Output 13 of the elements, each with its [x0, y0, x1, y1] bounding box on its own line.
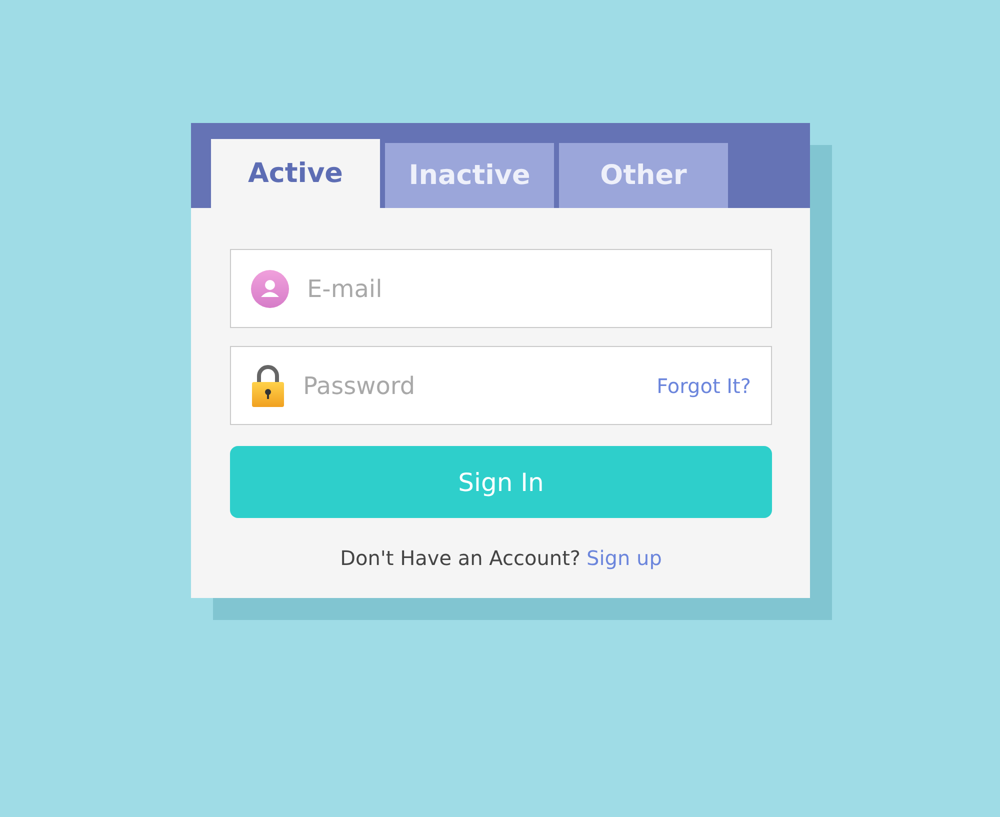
- forgot-password-link[interactable]: Forgot It?: [656, 374, 751, 398]
- tab[interactable]: Active: [211, 139, 380, 208]
- email-field[interactable]: E-mail: [230, 249, 772, 328]
- email-input[interactable]: E-mail: [305, 274, 751, 304]
- user-icon: [251, 270, 289, 308]
- password-field[interactable]: Password Forgot It?: [230, 346, 772, 425]
- padlock-icon: [251, 364, 285, 406]
- sign-up-link[interactable]: Sign up: [586, 546, 662, 570]
- password-input[interactable]: Password: [301, 370, 641, 400]
- tab[interactable]: Other: [559, 143, 728, 208]
- account-prompt: Don't Have an Account?: [340, 546, 581, 570]
- sign-in-button[interactable]: Sign In: [230, 446, 772, 518]
- tab[interactable]: Inactive: [385, 143, 554, 208]
